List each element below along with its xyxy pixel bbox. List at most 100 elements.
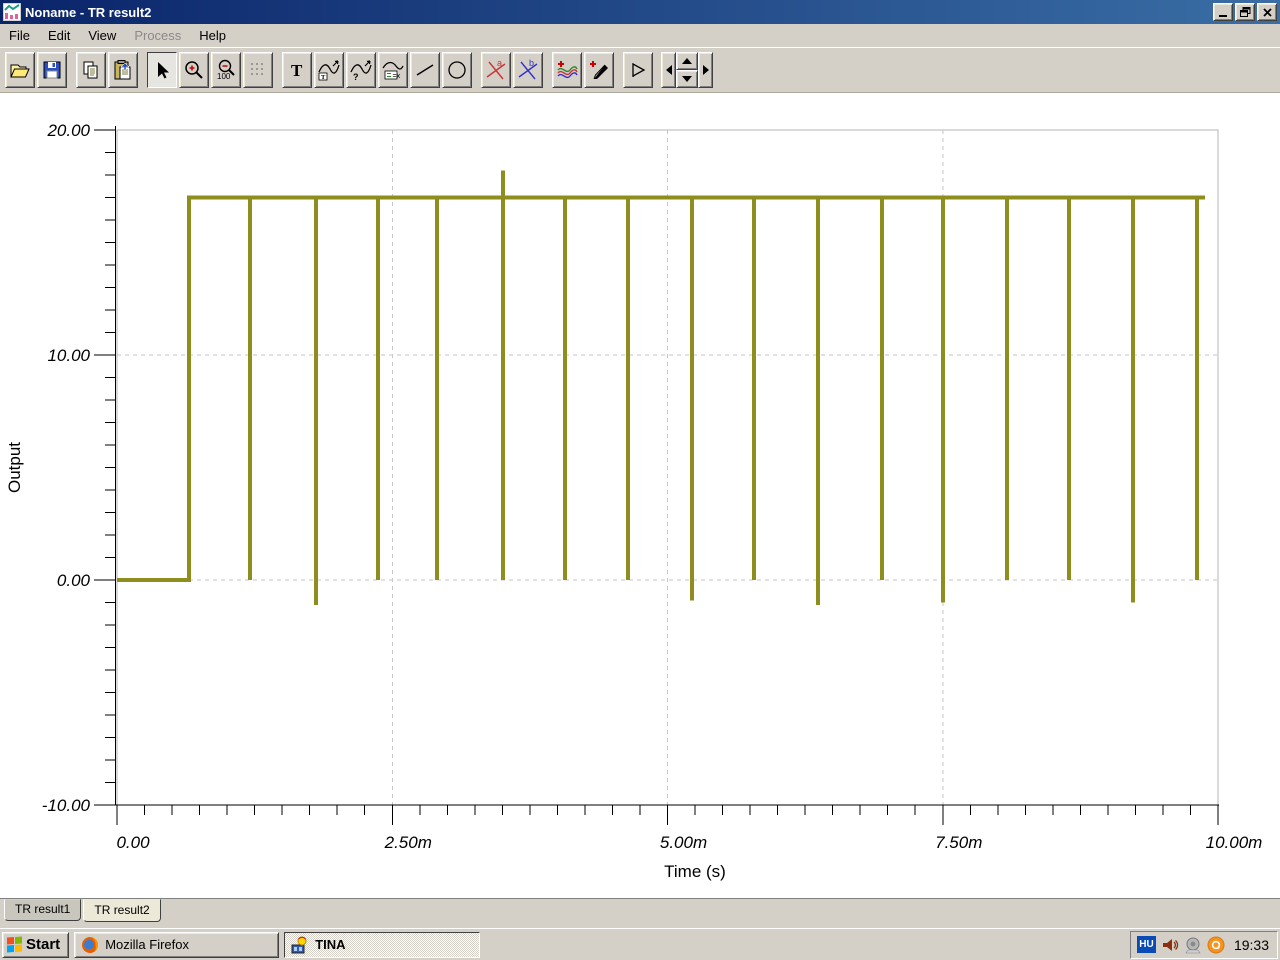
restore-icon [1239,7,1250,17]
prev-curve-button[interactable] [661,52,676,88]
arrow-left-icon [665,65,672,75]
paste-icon [114,60,131,80]
plot-area[interactable]: 20.00 10.00 0.00 -10.00 0.00 2.50m 5.00m 7.50m 1… [0,93,1280,898]
save-button[interactable] [37,52,67,88]
tina-diagram-icon [2,2,22,22]
copy-button[interactable] [76,52,106,88]
svg-text:10.00: 10.00 [47,346,90,365]
curve-query-icon: ? [350,60,372,82]
menu-help[interactable]: Help [190,25,235,46]
app-icon[interactable] [2,2,22,22]
avast-icon[interactable] [1207,936,1225,954]
system-tray: HU 19:33 [1129,930,1278,959]
close-button[interactable] [1257,3,1277,21]
taskbar: Start Mozilla Firefox TINA HU 19:33 [0,928,1280,960]
restore-button[interactable] [1235,3,1255,21]
svg-text:a: a [497,58,502,68]
arrow-down-icon [682,76,692,82]
gridlines [117,130,1218,805]
svg-text:-10.00: -10.00 [42,796,91,815]
line-tool-button[interactable] [410,52,440,88]
close-icon [1262,7,1272,17]
sound-device-icon[interactable] [1184,936,1202,954]
svg-text:5.00m: 5.00m [660,833,707,852]
svg-text:0.00: 0.00 [57,571,91,590]
menubar: File Edit View Process Help [0,24,1280,48]
flag-button[interactable] [623,52,653,88]
volume-icon[interactable] [1161,936,1179,954]
svg-text:0.00: 0.00 [116,833,150,852]
cursor-a-button[interactable]: a [481,52,511,88]
arrow-up-icon [682,58,692,64]
curve-legend-button[interactable]: =x [378,52,408,88]
text-tool-button[interactable]: T [282,52,312,88]
result-tabstrip: TR result1 TR result2 [0,898,1280,925]
task-firefox[interactable]: Mozilla Firefox [74,931,280,958]
flag-icon [632,62,646,77]
minimize-icon [1219,15,1227,17]
curve-label-button[interactable]: T [314,52,344,88]
spin-down-button[interactable] [676,70,698,88]
minimize-button[interactable] [1213,3,1233,21]
menu-process: Process [134,28,182,43]
svg-text:2.50m: 2.50m [384,833,432,852]
svg-text:?: ? [353,72,359,82]
select-tool-button[interactable] [147,52,177,88]
arrow-right-icon [702,65,709,75]
curve-spinner [676,52,698,88]
titlebar: Noname - TR result2 [0,0,1280,24]
tina-icon [291,936,307,953]
paste-button[interactable] [108,52,138,88]
cursor-b-icon: b [518,58,538,80]
waveform-output [117,170,1205,605]
curve-label-icon: T [318,60,340,81]
taskbar-clock[interactable]: 19:33 [1234,937,1269,953]
tab-tr-result1[interactable]: TR result1 [4,899,82,921]
curve-query-button[interactable]: ? [346,52,376,88]
zoom-100-button[interactable]: 100 [211,52,241,88]
keyboard-layout-indicator[interactable]: HU [1136,936,1156,953]
zoom-in-icon [185,61,203,79]
open-folder-icon [10,64,30,78]
svg-text:T: T [291,61,303,80]
x-axis-title: Time (s) [664,862,726,881]
diagram-client-area: 20.00 10.00 0.00 -10.00 0.00 2.50m 5.00m 7.50m 1… [0,93,1280,898]
curve-legend-icon: =x [382,61,404,80]
next-curve-button[interactable] [698,52,713,88]
zoom-100-icon: 100 [217,59,235,81]
window-controls [1213,3,1280,21]
start-label: Start [26,936,61,953]
windows-logo-icon [7,936,22,953]
pen-button[interactable] [584,52,614,88]
start-button[interactable]: Start [2,931,70,958]
task-firefox-label: Mozilla Firefox [105,937,189,952]
cursor-a-icon: a [486,58,506,80]
svg-text:100: 100 [217,72,231,81]
ellipse-tool-icon [448,61,466,79]
grid-button [243,52,273,88]
svg-text:10.00m: 10.00m [1206,833,1263,852]
add-curves-icon [557,61,578,79]
window-title: Noname - TR result2 [25,4,152,20]
line-tool-icon [416,64,434,76]
menu-edit[interactable]: Edit [39,25,79,46]
svg-text:=x: =x [393,73,401,80]
axis-tick-labels: 20.00 10.00 0.00 -10.00 0.00 2.50m 5.00m 7.50m 1… [42,121,1263,852]
zoom-in-button[interactable] [179,52,209,88]
copy-icon [83,61,98,79]
svg-text:T: T [321,74,326,81]
spin-up-button[interactable] [676,52,698,70]
tab-tr-result2[interactable]: TR result2 [83,899,161,922]
task-tina-label: TINA [315,937,346,952]
task-tina[interactable]: TINA [284,931,481,958]
menu-view[interactable]: View [79,25,125,46]
firefox-icon [82,936,99,953]
text-tool-icon: T [291,61,303,80]
ellipse-tool-button[interactable] [442,52,472,88]
save-floppy-icon [43,61,61,79]
open-button[interactable] [5,52,35,88]
add-curves-button[interactable] [552,52,582,88]
y-axis-title: Output [5,442,24,493]
cursor-b-button[interactable]: b [513,52,543,88]
menu-file[interactable]: File [0,25,39,46]
